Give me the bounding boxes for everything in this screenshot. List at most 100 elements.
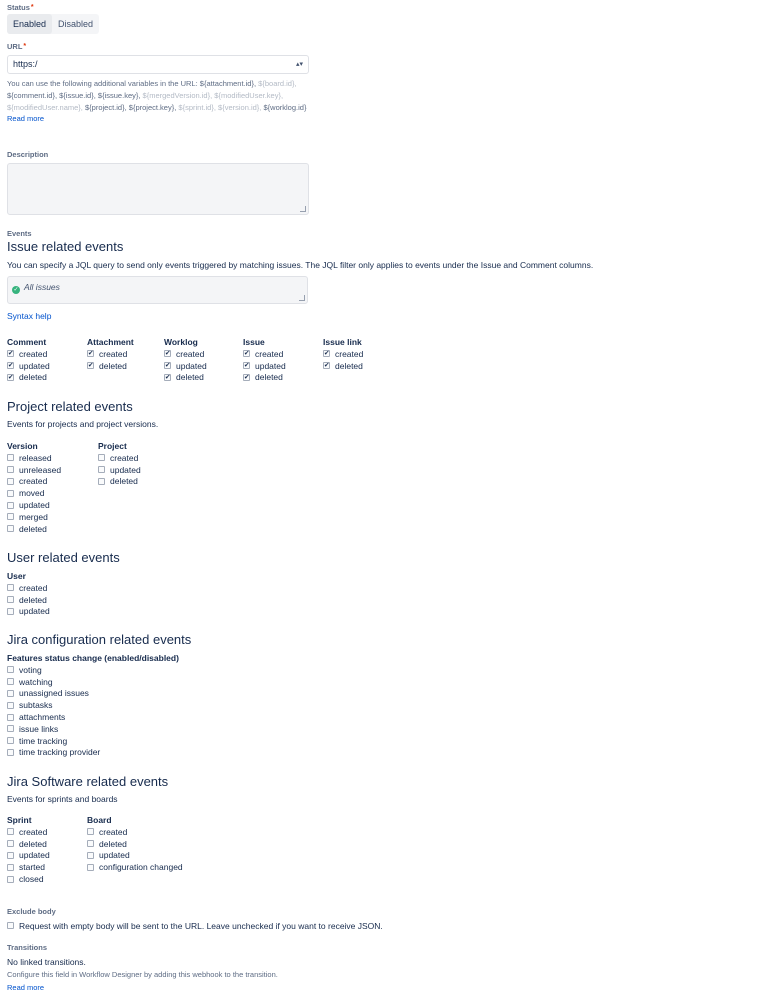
event-option[interactable]: watching [7, 676, 257, 688]
event-checkbox[interactable] [164, 373, 171, 382]
status-enabled-button[interactable]: Enabled [7, 14, 53, 34]
event-option[interactable]: created [243, 348, 323, 360]
event-option[interactable]: updated [164, 360, 243, 372]
event-option[interactable]: subtasks [7, 699, 257, 711]
event-checkbox[interactable] [164, 349, 171, 358]
event-option[interactable]: time tracking provider [7, 747, 257, 759]
event-checkbox[interactable] [7, 828, 14, 836]
event-option[interactable]: deleted [164, 372, 243, 384]
status-disabled-button[interactable]: Disabled [52, 14, 99, 34]
event-checkbox[interactable] [7, 361, 14, 370]
jql-filter-input[interactable]: ✓ All issues [7, 276, 308, 304]
event-option[interactable]: updated [98, 464, 178, 476]
event-option[interactable]: created [7, 582, 127, 594]
event-checkbox[interactable] [98, 454, 105, 462]
event-option[interactable]: deleted [87, 360, 164, 372]
event-checkbox[interactable] [7, 501, 14, 509]
event-option[interactable]: started [7, 861, 87, 873]
event-option[interactable]: updated [243, 360, 323, 372]
event-checkbox[interactable] [243, 361, 250, 370]
exclude-body-option[interactable]: Request with empty body will be sent to … [7, 920, 383, 932]
url-input[interactable]: https:/ ▴▾ [7, 55, 309, 74]
event-option[interactable]: updated [7, 850, 87, 862]
event-checkbox[interactable] [7, 689, 14, 697]
event-option[interactable]: deleted [7, 372, 87, 384]
event-option[interactable]: created [323, 348, 403, 360]
event-checkbox[interactable] [243, 349, 250, 358]
event-checkbox[interactable] [7, 666, 14, 674]
event-checkbox[interactable] [87, 361, 94, 370]
event-option[interactable]: updated [87, 850, 227, 862]
event-option[interactable]: created [7, 476, 98, 488]
event-checkbox[interactable] [7, 678, 14, 686]
event-option[interactable]: unreleased [7, 464, 98, 476]
event-option[interactable]: released [7, 452, 98, 464]
event-column-title: Board [87, 815, 112, 825]
event-option[interactable]: updated [7, 499, 98, 511]
event-checkbox[interactable] [7, 701, 14, 709]
event-checkbox[interactable] [7, 596, 14, 604]
event-option[interactable]: issue links [7, 723, 257, 735]
syntax-help-link[interactable]: Syntax help [7, 311, 51, 321]
event-checkbox[interactable] [7, 466, 14, 474]
event-checkbox[interactable] [87, 851, 94, 859]
event-checkbox[interactable] [7, 477, 14, 485]
event-checkbox[interactable] [7, 584, 14, 592]
event-checkbox[interactable] [7, 454, 14, 462]
event-checkbox[interactable] [98, 477, 105, 485]
event-option[interactable]: updated [7, 360, 87, 372]
event-checkbox[interactable] [7, 373, 14, 382]
event-option[interactable]: created [164, 348, 243, 360]
event-checkbox[interactable] [7, 525, 14, 533]
event-checkbox[interactable] [323, 361, 330, 370]
event-checkbox[interactable] [7, 851, 14, 859]
url-read-more-link[interactable]: Read more [7, 114, 44, 123]
event-option[interactable]: created [7, 348, 87, 360]
event-checkbox[interactable] [7, 349, 14, 358]
event-option[interactable]: updated [7, 606, 127, 618]
event-checkbox[interactable] [87, 840, 94, 848]
event-option[interactable]: attachments [7, 711, 257, 723]
resize-handle-icon[interactable] [299, 295, 305, 301]
event-checkbox[interactable] [7, 513, 14, 521]
transitions-read-more-link[interactable]: Read more [7, 983, 44, 992]
event-checkbox[interactable] [323, 349, 330, 358]
event-checkbox[interactable] [87, 349, 94, 358]
event-option[interactable]: moved [7, 487, 98, 499]
event-checkbox[interactable] [87, 828, 94, 836]
event-checkbox[interactable] [7, 748, 14, 756]
event-option[interactable]: time tracking [7, 735, 257, 747]
event-option[interactable]: created [7, 826, 87, 838]
description-textarea[interactable] [7, 163, 309, 215]
event-checkbox[interactable] [7, 607, 14, 615]
event-checkbox[interactable] [7, 737, 14, 745]
event-option[interactable]: deleted [98, 476, 178, 488]
event-option[interactable]: deleted [87, 838, 227, 850]
event-checkbox[interactable] [7, 713, 14, 721]
event-checkbox[interactable] [98, 466, 105, 474]
event-option[interactable]: merged [7, 511, 98, 523]
event-option[interactable]: deleted [243, 372, 323, 384]
event-checkbox[interactable] [7, 489, 14, 497]
event-checkbox[interactable] [7, 875, 14, 883]
event-checkbox[interactable] [7, 725, 14, 733]
event-checkbox[interactable] [7, 840, 14, 848]
event-option[interactable]: deleted [7, 594, 127, 606]
event-checkbox[interactable] [164, 361, 171, 370]
event-column-title: Attachment [87, 337, 134, 347]
event-checkbox[interactable] [87, 863, 94, 871]
event-option[interactable]: created [87, 348, 164, 360]
event-option[interactable]: voting [7, 664, 257, 676]
event-option[interactable]: deleted [323, 360, 403, 372]
event-option[interactable]: deleted [7, 838, 87, 850]
event-option[interactable]: configuration changed [87, 861, 227, 873]
event-option[interactable]: created [87, 826, 227, 838]
event-checkbox[interactable] [243, 373, 250, 382]
event-option[interactable]: closed [7, 873, 87, 885]
event-option[interactable]: created [98, 452, 178, 464]
event-option[interactable]: unassigned issues [7, 688, 257, 700]
exclude-body-checkbox[interactable] [7, 922, 14, 930]
event-checkbox[interactable] [7, 863, 14, 871]
resize-handle-icon[interactable] [300, 206, 306, 212]
event-option[interactable]: deleted [7, 523, 98, 535]
